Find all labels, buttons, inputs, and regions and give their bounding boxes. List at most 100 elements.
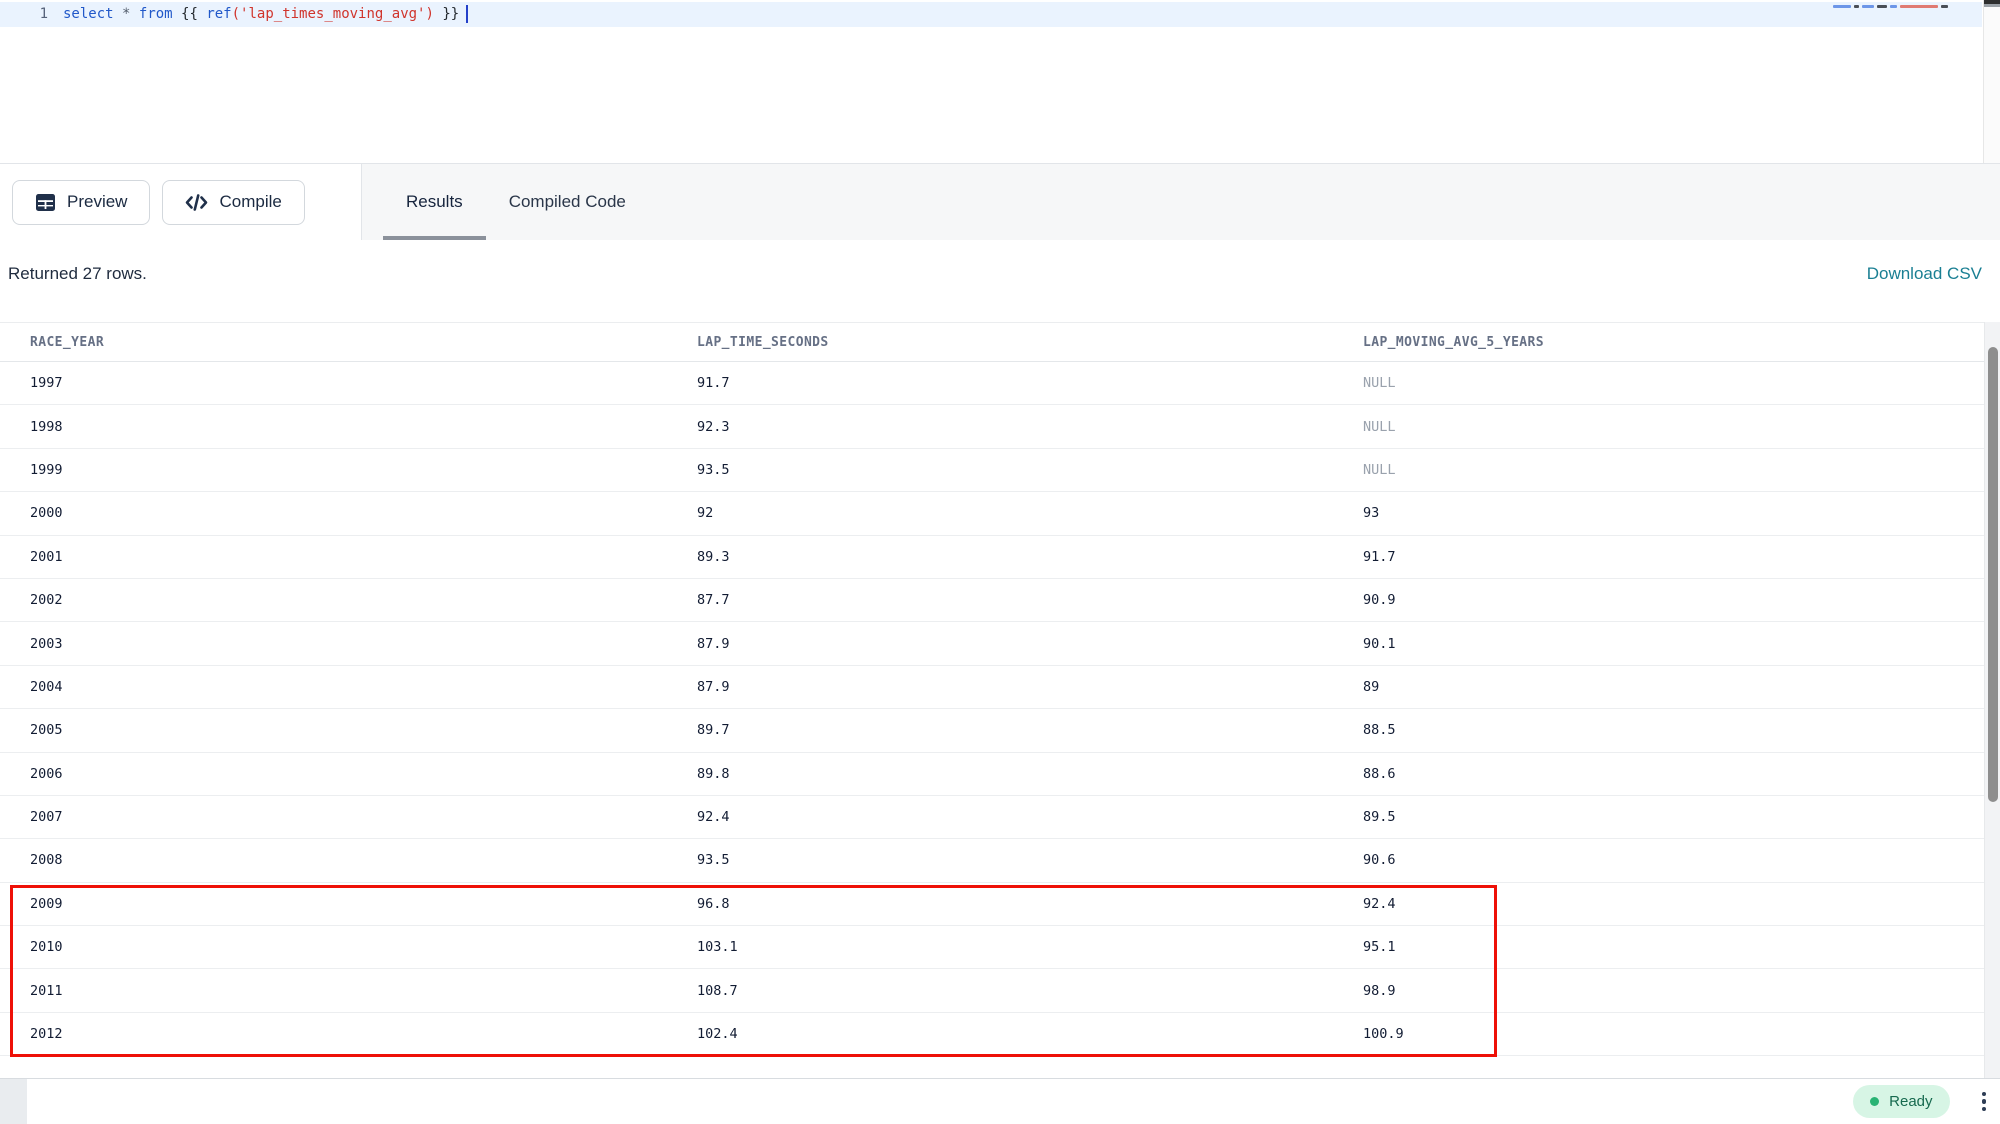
table-cell: 92 bbox=[697, 505, 1363, 521]
row-count-text: Returned 27 rows. bbox=[8, 264, 147, 284]
table-cell: 91.7 bbox=[697, 375, 1363, 391]
table-cell: 2003 bbox=[0, 636, 697, 652]
results-table: RACE_YEAR LAP_TIME_SECONDS LAP_MOVING_AV… bbox=[0, 322, 2000, 1078]
table-cell: 1999 bbox=[0, 462, 697, 478]
table-row[interactable]: 2011108.798.9 bbox=[0, 969, 1984, 1012]
table-cell: 2004 bbox=[0, 679, 697, 695]
code-token-plain: {{ bbox=[173, 6, 207, 22]
table-cell: 89.5 bbox=[1363, 809, 1984, 825]
table-row[interactable]: 199791.7NULL bbox=[0, 362, 1984, 405]
table-cell: 2000 bbox=[0, 505, 697, 521]
table-cell: 2005 bbox=[0, 722, 697, 738]
table-cell: 89.3 bbox=[697, 549, 1363, 565]
code-token-keyword: select bbox=[63, 6, 114, 22]
table-cell: NULL bbox=[1363, 375, 1984, 391]
results-table-body: 199791.7NULL199892.3NULL199993.5NULL2000… bbox=[0, 362, 1984, 1056]
table-row[interactable]: 200996.892.4 bbox=[0, 883, 1984, 926]
table-row[interactable]: 200387.990.1 bbox=[0, 622, 1984, 665]
table-cell: 2009 bbox=[0, 896, 697, 912]
tab-compiled-code[interactable]: Compiled Code bbox=[486, 164, 649, 240]
tab-results[interactable]: Results bbox=[383, 164, 486, 240]
table-cell: 2001 bbox=[0, 549, 697, 565]
table-row[interactable]: 20009293 bbox=[0, 492, 1984, 535]
table-cell: 95.1 bbox=[1363, 939, 1984, 955]
code-line[interactable]: select * from {{ ref('lap_times_moving_a… bbox=[63, 2, 468, 27]
results-table-header: RACE_YEAR LAP_TIME_SECONDS LAP_MOVING_AV… bbox=[0, 322, 1984, 362]
editor-scrollbar[interactable] bbox=[1983, 0, 2000, 163]
download-csv-link[interactable]: Download CSV bbox=[1867, 264, 1982, 284]
preview-button-label: Preview bbox=[67, 192, 127, 212]
table-row[interactable]: 200287.790.9 bbox=[0, 579, 1984, 622]
table-cell: 102.4 bbox=[697, 1026, 1363, 1042]
results-meta-row: Returned 27 rows. Download CSV bbox=[0, 240, 2000, 322]
table-cell: 93 bbox=[1363, 505, 1984, 521]
table-row[interactable]: 200689.888.6 bbox=[0, 753, 1984, 796]
table-cell: 90.6 bbox=[1363, 852, 1984, 868]
table-cell: 103.1 bbox=[697, 939, 1363, 955]
code-token-keyword: ref bbox=[206, 6, 231, 22]
sql-editor[interactable]: 1 select * from {{ ref('lap_times_moving… bbox=[0, 0, 2000, 163]
column-header-lap-moving-avg-5-years: LAP_MOVING_AVG_5_YEARS bbox=[1363, 335, 1984, 350]
table-cell: 1998 bbox=[0, 419, 697, 435]
status-badge-label: Ready bbox=[1889, 1093, 1932, 1110]
text-cursor bbox=[466, 5, 468, 23]
table-row[interactable]: 200893.590.6 bbox=[0, 839, 1984, 882]
table-cell: 2010 bbox=[0, 939, 697, 955]
table-cell: 87.9 bbox=[697, 679, 1363, 695]
code-token-keyword: from bbox=[139, 6, 173, 22]
table-cell: 2012 bbox=[0, 1026, 697, 1042]
toolbar-buttons: Preview Compile bbox=[12, 164, 305, 240]
code-brackets-icon bbox=[185, 193, 208, 212]
table-cell: 98.9 bbox=[1363, 983, 1984, 999]
table-cell: 88.6 bbox=[1363, 766, 1984, 782]
table-cell: NULL bbox=[1363, 462, 1984, 478]
code-token-plain bbox=[114, 6, 122, 22]
table-cell: 93.5 bbox=[697, 462, 1363, 478]
table-cell: 108.7 bbox=[697, 983, 1363, 999]
table-cell: 96.8 bbox=[697, 896, 1363, 912]
status-bar: Ready bbox=[0, 1078, 2000, 1124]
green-dot-icon bbox=[1870, 1097, 1879, 1106]
gutter-corner bbox=[0, 1079, 27, 1124]
dbt-ide-window: 1 select * from {{ ref('lap_times_moving… bbox=[0, 0, 2000, 1124]
table-row[interactable]: 199892.3NULL bbox=[0, 405, 1984, 448]
table-cell: 1997 bbox=[0, 375, 697, 391]
table-cell: 93.5 bbox=[697, 852, 1363, 868]
table-row[interactable]: 2010103.195.1 bbox=[0, 926, 1984, 969]
table-cell: 89.8 bbox=[697, 766, 1363, 782]
table-cell: 88.5 bbox=[1363, 722, 1984, 738]
table-cell: 2002 bbox=[0, 592, 697, 608]
table-cell: 87.9 bbox=[697, 636, 1363, 652]
results-tabbar: Results Compiled Code bbox=[361, 164, 2000, 240]
table-grid-icon bbox=[35, 192, 56, 213]
table-scrollbar-thumb[interactable] bbox=[1988, 347, 1998, 802]
status-right-group: Ready bbox=[1853, 1079, 1988, 1124]
table-cell: 92.3 bbox=[697, 419, 1363, 435]
table-cell: 100.9 bbox=[1363, 1026, 1984, 1042]
table-row[interactable]: 200792.489.5 bbox=[0, 796, 1984, 839]
table-cell: 2008 bbox=[0, 852, 697, 868]
code-token-plain bbox=[130, 6, 138, 22]
table-cell: 2006 bbox=[0, 766, 697, 782]
code-token-string: ('lap_times_moving_avg') bbox=[232, 6, 434, 22]
table-row[interactable]: 200487.989 bbox=[0, 666, 1984, 709]
code-minimap bbox=[1833, 4, 1948, 8]
table-cell: 90.9 bbox=[1363, 592, 1984, 608]
compile-button[interactable]: Compile bbox=[162, 180, 304, 225]
column-header-race-year: RACE_YEAR bbox=[0, 335, 697, 350]
table-cell: 91.7 bbox=[1363, 549, 1984, 565]
table-cell: 89 bbox=[1363, 679, 1984, 695]
table-cell: 89.7 bbox=[697, 722, 1363, 738]
line-number: 1 bbox=[0, 2, 48, 27]
preview-button[interactable]: Preview bbox=[12, 180, 150, 225]
table-row[interactable]: 200589.788.5 bbox=[0, 709, 1984, 752]
kebab-menu-icon[interactable] bbox=[1980, 1090, 1989, 1114]
table-row[interactable]: 200189.391.7 bbox=[0, 536, 1984, 579]
table-scrollbar[interactable] bbox=[1984, 322, 2000, 1078]
code-token-plain: }} bbox=[434, 6, 459, 22]
table-cell: 2007 bbox=[0, 809, 697, 825]
table-cell: 92.4 bbox=[697, 809, 1363, 825]
table-row[interactable]: 2012102.4100.9 bbox=[0, 1013, 1984, 1056]
table-cell: 2011 bbox=[0, 983, 697, 999]
table-row[interactable]: 199993.5NULL bbox=[0, 449, 1984, 492]
